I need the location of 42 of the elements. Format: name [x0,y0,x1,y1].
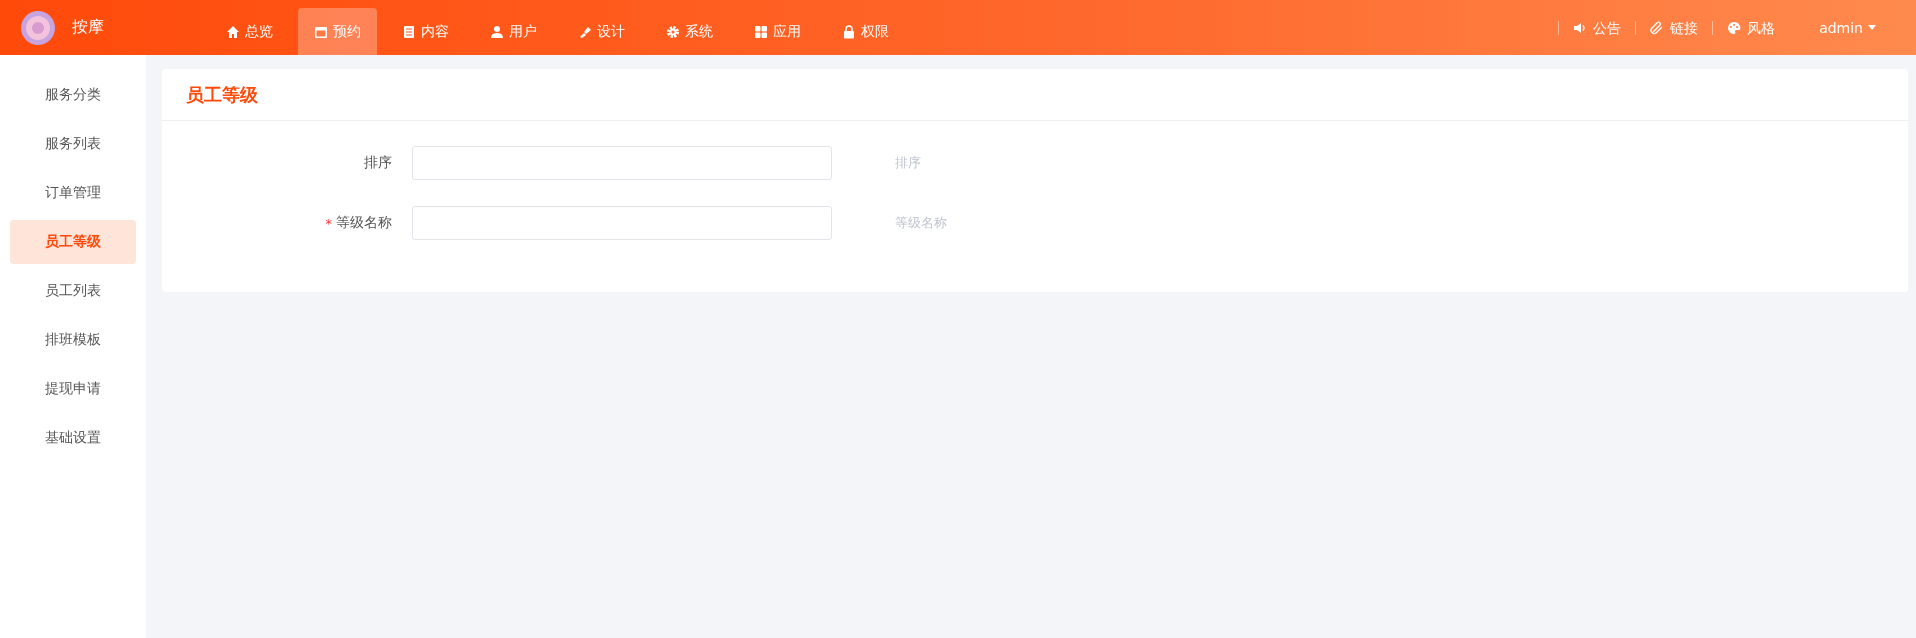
logo-icon [20,9,56,46]
calendar-icon [314,24,328,39]
sidebar-item[interactable]: 订单管理 [10,171,136,215]
header-link[interactable]: 链接 [1635,20,1713,35]
nav-tab[interactable]: 应用 [738,8,817,55]
header-link[interactable]: 风格 [1712,20,1790,35]
paperclip-icon [1650,20,1665,35]
sidebar-item[interactable]: 员工列表 [10,269,136,313]
brush-icon [578,24,592,39]
document-icon [402,24,416,39]
header-link[interactable]: 公告 [1558,20,1636,35]
user-menu[interactable]: admin [1819,19,1876,36]
input-field[interactable] [412,146,832,180]
grid-icon [754,24,768,39]
lock-icon [842,24,856,39]
nav-tab[interactable]: 用户 [474,8,553,55]
nav-tab[interactable]: 设计 [562,8,641,55]
user-icon [490,24,504,39]
required-asterisk: * [325,215,332,231]
nav-tab[interactable]: 预约 [298,8,377,55]
sidebar-item[interactable]: 提现申请 [10,367,136,411]
field-hint: 等级名称 [895,214,947,232]
field-label: 等级名称 [336,214,392,232]
nav-tab[interactable]: 系统 [650,8,729,55]
brand-name: 按摩 [72,17,104,38]
speaker-icon [1573,20,1588,35]
nav-tab[interactable]: 总览 [210,8,289,55]
sidebar-item[interactable]: 服务分类 [10,73,136,117]
field-hint: 排序 [895,154,921,172]
sidebar-item[interactable]: 服务列表 [10,122,136,166]
gear-icon [666,24,680,39]
sidebar-item[interactable]: 排班模板 [10,318,136,362]
field-label: 排序 [364,154,392,172]
caret-icon [1868,25,1876,30]
nav-tab[interactable]: 权限 [826,8,905,55]
palette-icon [1727,20,1742,35]
card-title: 员工等级 [186,82,258,107]
sidebar-item[interactable]: 员工等级 [10,220,136,264]
home-icon [226,24,240,39]
nav-tab[interactable]: 内容 [386,8,465,55]
sidebar-item[interactable]: 基础设置 [10,416,136,460]
input-field[interactable] [412,206,832,240]
